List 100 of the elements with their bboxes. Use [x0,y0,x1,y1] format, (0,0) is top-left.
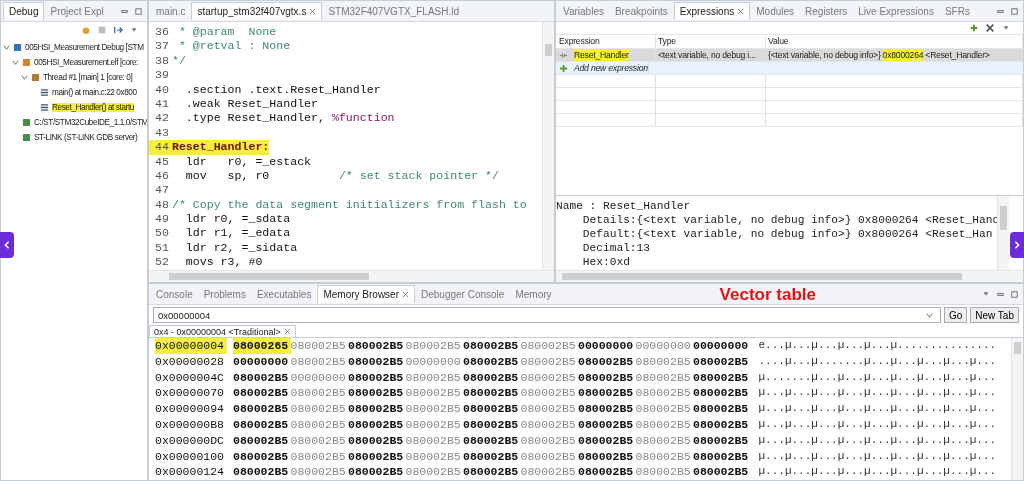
line-number: 44 [149,140,172,155]
view-tab[interactable]: Console [151,285,198,303]
view-tab[interactable]: Registers [800,2,853,20]
tree-item[interactable]: C:/ST/STM32CubeIDE_1.1.0/STM [34,118,147,127]
next-button[interactable] [1010,232,1024,258]
memory-cell-text: 080002B5 [693,448,750,465]
maximize-icon[interactable] [1010,289,1019,299]
line-number: 52 [154,255,170,270]
dropdown-icon[interactable] [925,311,933,319]
chevron-icon[interactable] [12,59,19,66]
plus-icon[interactable] [969,23,979,33]
node-icon [13,43,22,52]
memory-cell-text: 080002B5 [348,448,405,465]
address-field[interactable]: 0x00000004 [153,307,941,323]
ascii-cell-text: ....µ...µ.......µ...µ...µ...µ...µ... [758,353,997,369]
close-icon[interactable] [283,328,291,335]
memory-cell-text: 080002B5 [233,417,290,433]
close-icon[interactable] [309,8,317,15]
memory-cell-text: 080002B5 [520,353,577,370]
scrollbar[interactable] [1011,338,1023,480]
view-tab[interactable]: Debugger Console [416,285,510,303]
memory-cell-text: 080002B5 [463,401,520,417]
memory-cell-text: 080002B5 [290,464,347,480]
expression-name: Reset_Handler [574,49,629,61]
code-text: %function [331,111,395,126]
tree-item[interactable]: Reset_Handler() at startu [52,103,134,112]
tree-item[interactable]: 005HSI_Measurement Debug [STM [25,43,144,52]
memory-cell-text: 080002B5 [290,432,347,449]
view-tab[interactable]: Executables [251,285,317,303]
memory-button[interactable]: Go [943,307,968,323]
tree-item[interactable]: main() at main.c:22 0x800 [52,88,137,97]
view-tab[interactable]: Breakpoints [609,2,673,20]
plus-icon[interactable] [559,63,568,73]
column-header[interactable]: Type [656,35,766,48]
value-text: 0x8000264 [882,49,924,61]
code-comment: * @param None [177,25,277,40]
maximize-icon[interactable] [134,6,143,16]
view-tab[interactable]: Variables [558,2,609,20]
view-tab[interactable]: Expressions [673,2,751,20]
previous-button[interactable] [0,232,14,258]
maximize-icon[interactable] [1010,6,1019,16]
memory-cell-text: 00000000 [578,338,635,354]
view-tab[interactable]: SFRs [939,2,975,20]
line-number: 41 [154,96,170,112]
view-tab[interactable]: Problems [198,285,251,303]
details-line: Default:{<text variable, no debug info>} 0x8000264 <Reset_Han [581,227,994,241]
memory-cell-text: 080002B5 [693,369,750,386]
scrollbar[interactable] [542,22,554,270]
tree-item[interactable]: Thread #1 [main] 1 [core: 0] [43,73,133,82]
memory-cell-text: 080002B5 [693,417,750,433]
address-cell-text: 0x000000DC [155,432,225,449]
memory-cell-text: 080002B5 [233,385,290,402]
add-expression-link[interactable]: Add new expression [574,62,648,74]
panel-tab[interactable]: Project Expl [45,2,109,20]
memory-cell-text: 080002B5 [290,353,347,370]
chevron-right-icon [1013,240,1021,250]
editor-tab[interactable]: main.c [151,2,191,20]
view-tab[interactable]: Memory Browser [317,285,415,303]
chevron-icon[interactable] [21,74,28,81]
view-tab[interactable]: Modules [751,2,800,20]
memory-cell-text: 080002B5 [348,369,405,386]
expression-row[interactable]: Reset_Handler <text variable, no debug i... {<text variable, no debug info>} 0x8000264 <Reset_Handler> [556,49,1023,62]
memory-cell-text: 080002B5 [635,401,692,417]
ascii-cell-text: µ...µ...µ...µ...µ...µ...µ...µ...µ... [758,448,997,464]
code-text: ldr r0, =_estack [184,154,312,169]
memory-cell-text: 080002B5 [348,401,405,417]
view-tab[interactable]: Memory [510,285,557,303]
close-icon[interactable] [737,8,745,15]
address-cell-text: 0x00000094 [155,401,225,417]
memory-cell-text: 080002B5 [233,401,290,417]
code-text: .weak Reset_Handler [184,96,319,112]
tree-item[interactable]: 005HSI_Measurement.elf [core: [34,58,138,67]
view-tab[interactable]: Live Expressions [853,2,939,20]
rendering-tab[interactable]: 0x4 - 0x00000004 <Traditional> [149,325,296,337]
line-number: 40 [154,82,170,97]
scrollbar[interactable] [556,270,1023,282]
lines-icon [40,103,49,112]
chevron-left-icon [3,240,11,250]
memory-cell-text: 080002B5 [578,369,635,386]
memory-cell-text: 080002B5 [405,432,462,449]
step-icon[interactable] [113,25,123,35]
column-header[interactable]: Value [766,35,1023,48]
lines-icon [40,88,49,97]
chevron-icon[interactable] [3,44,10,51]
editor-tab[interactable]: startup_stm32f407vgtx.s [191,2,323,20]
tree-item[interactable]: ST-LINK (ST-LINK GDB server) [34,133,138,142]
remove-icon[interactable] [985,23,995,33]
scrollbar[interactable] [997,196,1009,270]
memory-cell-text: 080002B5 [233,448,290,465]
memory-cell-text: 080002B5 [520,432,577,449]
editor-tab[interactable]: STM32F407VGTX_FLASH.ld [323,2,464,20]
memory-cell-text: 080002B5 [348,353,405,370]
column-header[interactable]: Expression [556,35,656,48]
memory-cell-text: 00000000 [635,338,692,354]
scrollbar[interactable] [149,270,554,282]
memory-button[interactable]: New Tab [970,307,1019,323]
line-number: 51 [154,240,170,256]
panel-tab[interactable]: Debug [3,2,45,20]
close-icon[interactable] [402,291,409,298]
ascii-cell: µ...µ...µ...µ...µ...µ...µ...µ...µ... [758,401,997,417]
